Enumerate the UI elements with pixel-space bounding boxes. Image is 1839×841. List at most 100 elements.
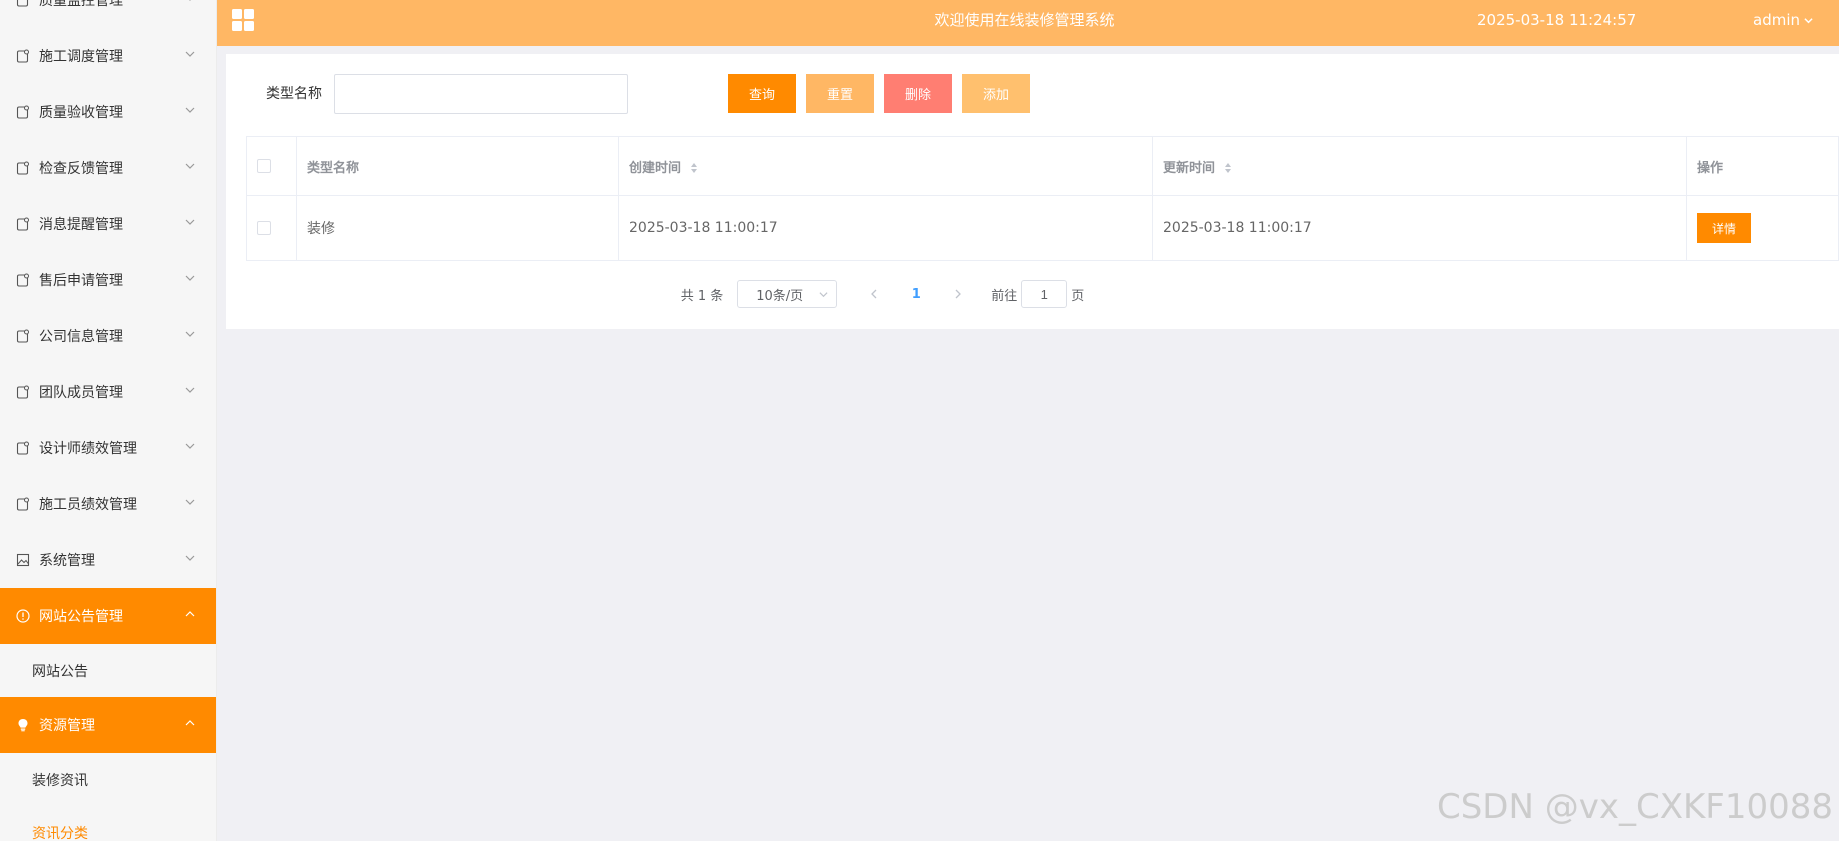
goto-suffix: 页	[1071, 288, 1085, 304]
sidebar-item-label: 设计师绩效管理	[39, 441, 137, 457]
sidebar-item-team-members[interactable]: 团队成员管理	[0, 364, 216, 420]
column-header-actions: 操作	[1686, 136, 1839, 196]
chevron-down-icon	[185, 555, 195, 561]
sidebar-item-quality-acceptance[interactable]: 质量验收管理	[0, 84, 216, 140]
sidebar-item-label: 系统管理	[39, 553, 95, 569]
sidebar-item-label: 资讯分类	[32, 825, 88, 841]
chevron-down-icon	[185, 443, 195, 449]
goto-prefix: 前往	[991, 288, 1018, 304]
sidebar-item-message-reminder[interactable]: 消息提醒管理	[0, 196, 216, 252]
query-button[interactable]: 查询	[728, 74, 796, 113]
sidebar-item-company-info[interactable]: 公司信息管理	[0, 308, 216, 364]
column-header-label: 创建时间	[629, 160, 682, 176]
chevron-up-icon	[185, 720, 195, 726]
chevron-down-icon	[185, 163, 195, 169]
column-header-type-name: 类型名称	[296, 136, 619, 196]
add-button[interactable]: 添加	[962, 74, 1030, 113]
chevron-down-icon	[185, 219, 195, 225]
chevron-left-icon	[871, 289, 877, 299]
select-all-checkbox[interactable]	[257, 159, 271, 173]
table-row: 装修 2025-03-18 11:00:17 2025-03-18 11:00:…	[246, 195, 1839, 261]
page-icon	[16, 217, 30, 231]
sort-icon[interactable]	[1224, 162, 1232, 174]
chevron-down-icon	[1804, 17, 1813, 23]
sidebar-item-inspection-feedback[interactable]: 检查反馈管理	[0, 140, 216, 196]
chevron-down-icon	[185, 387, 195, 393]
sidebar-item-system[interactable]: 系统管理	[0, 532, 216, 588]
sidebar-item-label: 施工员绩效管理	[39, 497, 137, 513]
page-icon	[16, 49, 30, 63]
sidebar-item-label: 网站公告管理	[39, 609, 123, 625]
watermark: CSDN @vx_CXKF10088	[1436, 787, 1833, 827]
page-size-select[interactable]: 10条/页	[737, 280, 838, 308]
type-name-input[interactable]	[334, 74, 628, 114]
username: admin	[1753, 11, 1800, 29]
bulb-icon	[16, 718, 30, 732]
detail-button[interactable]: 详情	[1697, 213, 1751, 243]
page-icon	[16, 105, 30, 119]
column-header-label: 类型名称	[307, 160, 360, 176]
sidebar-item-quality-monitor[interactable]: 质量监控管理	[0, 0, 216, 28]
chevron-down-icon	[185, 331, 195, 337]
page-icon	[16, 497, 30, 511]
info-circle-icon	[16, 609, 30, 623]
chevron-down-icon	[185, 499, 195, 505]
sidebar-subitem-news-category[interactable]: 资讯分类	[0, 806, 216, 841]
sort-icon[interactable]	[690, 162, 698, 174]
sidebar-subitem-site-notice[interactable]: 网站公告	[0, 644, 216, 697]
table-header-row: 类型名称 创建时间 更新时间 操作	[246, 136, 1839, 196]
cell-actions: 详情	[1686, 195, 1839, 261]
page-icon	[16, 385, 30, 399]
cell-type-name: 装修	[296, 195, 619, 261]
page-icon	[16, 441, 30, 455]
chevron-up-icon	[185, 611, 195, 617]
column-header-updated[interactable]: 更新时间	[1152, 136, 1687, 196]
sidebar-item-label: 质量监控管理	[39, 0, 123, 9]
column-header-label: 更新时间	[1163, 160, 1216, 176]
sidebar-item-resources[interactable]: 资源管理	[0, 697, 216, 753]
sidebar-item-construction-schedule[interactable]: 施工调度管理	[0, 28, 216, 84]
chevron-down-icon	[189, 0, 191, 1]
chevron-down-icon	[185, 51, 195, 57]
delete-button[interactable]: 删除	[884, 74, 952, 113]
sidebar-item-designer-performance[interactable]: 设计师绩效管理	[0, 420, 216, 476]
next-page-button[interactable]	[943, 280, 973, 308]
page-icon	[16, 329, 30, 343]
pagination: 共 1 条 10条/页 1 前往 页	[76, 280, 1689, 308]
data-table: 类型名称 创建时间 更新时间 操作 装修 2025-03-18 11:00:17…	[246, 136, 1839, 261]
row-select-cell	[246, 195, 297, 261]
chevron-down-icon	[185, 107, 195, 113]
cell-created-time: 2025-03-18 11:00:17	[618, 195, 1153, 261]
sidebar-item-worker-performance[interactable]: 施工员绩效管理	[0, 476, 216, 532]
user-menu[interactable]: admin	[1753, 0, 1813, 40]
goto-page-input[interactable]	[1021, 280, 1068, 308]
sidebar-item-site-notice[interactable]: 网站公告管理	[0, 588, 216, 644]
sidebar-item-label: 消息提醒管理	[39, 217, 123, 233]
image-icon	[16, 553, 30, 567]
sidebar-item-label: 质量验收管理	[39, 105, 123, 121]
main-panel: 类型名称 查询 重置 删除 添加 类型名称 创建时间 更新时间 操作 装修 20…	[226, 54, 1839, 329]
chevron-down-icon	[819, 291, 828, 297]
cell-updated-time: 2025-03-18 11:00:17	[1152, 195, 1687, 261]
sidebar-item-label: 网站公告	[32, 663, 88, 680]
prev-page-button[interactable]	[859, 280, 889, 308]
page-number-current[interactable]: 1	[901, 287, 931, 302]
sidebar-item-label: 装修资讯	[32, 772, 88, 789]
column-header-created[interactable]: 创建时间	[618, 136, 1153, 196]
page-size-value: 10条/页	[756, 288, 804, 304]
top-header: 欢迎使用在线装修管理系统 2025-03-18 11:24:57 admin	[217, 0, 1839, 46]
sidebar-item-label: 公司信息管理	[39, 329, 123, 345]
search-label: 类型名称	[266, 86, 322, 102]
sidebar-item-label: 资源管理	[39, 718, 95, 734]
sidebar-item-label: 团队成员管理	[39, 385, 123, 401]
chevron-right-icon	[955, 289, 962, 299]
page-icon	[16, 0, 30, 7]
sidebar-subitem-decoration-news[interactable]: 装修资讯	[0, 753, 216, 806]
column-header-label: 操作	[1697, 160, 1724, 176]
row-checkbox[interactable]	[257, 221, 271, 235]
reset-button[interactable]: 重置	[806, 74, 874, 113]
page-icon	[16, 161, 30, 175]
sidebar-item-label: 施工调度管理	[39, 49, 123, 65]
page-icon	[16, 273, 30, 287]
current-time: 2025-03-18 11:24:57	[1477, 11, 1637, 29]
